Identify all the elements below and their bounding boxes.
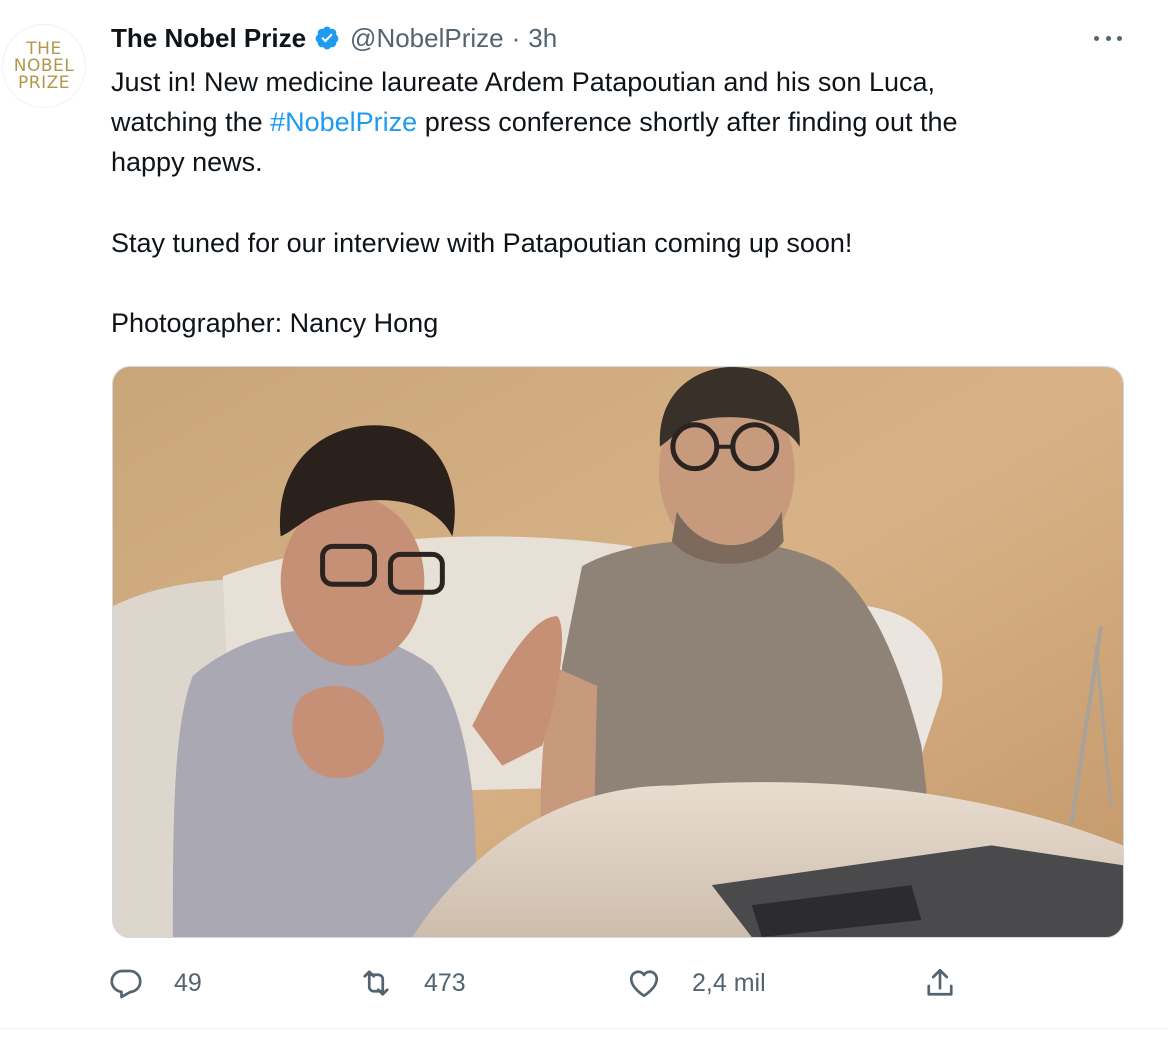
like-button[interactable]: 2,4 mil — [626, 958, 766, 1008]
avatar-logo-line-3: PRIZE — [18, 72, 70, 93]
avatar-logo-line-2: NOBEL — [13, 55, 75, 76]
tweet-paragraph-1: Just in! New medicine laureate Ardem Pat… — [111, 62, 1121, 182]
display-name[interactable]: The Nobel Prize — [111, 23, 306, 54]
hashtag-link[interactable]: #NobelPrize — [270, 107, 417, 137]
reply-icon — [110, 969, 142, 999]
heart-icon — [629, 970, 659, 998]
retweet-button[interactable]: 473 — [358, 958, 466, 1008]
more-options-icon[interactable] — [1088, 24, 1128, 52]
reply-button[interactable]: 49 — [108, 958, 202, 1008]
tweet-paragraph-2: Stay tuned for our interview with Patapo… — [111, 228, 853, 258]
photo-illustration — [113, 367, 1123, 937]
retweet-icon — [363, 970, 389, 996]
avatar[interactable]: THE NOBEL PRIZE — [2, 24, 86, 108]
divider — [0, 1028, 1168, 1029]
timestamp[interactable]: 3h — [528, 23, 557, 54]
share-icon — [927, 968, 953, 996]
avatar-logo-line-1: THE — [26, 38, 62, 59]
like-count: 2,4 mil — [692, 968, 766, 997]
verified-badge-icon[interactable] — [314, 25, 340, 51]
tweet-photo[interactable] — [112, 366, 1124, 938]
tweet-header: The Nobel Prize @NobelPrize · 3h — [111, 20, 557, 56]
reply-count: 49 — [174, 968, 202, 997]
tweet-paragraph-3: Photographer: Nancy Hong — [111, 308, 439, 338]
action-bar: 49 473 2,4 mil — [108, 958, 978, 1008]
tweet: THE NOBEL PRIZE The Nobel Prize @NobelPr… — [0, 0, 1168, 1040]
retweet-count: 473 — [424, 968, 466, 997]
share-button[interactable] — [922, 958, 958, 1008]
header-separator: · — [511, 22, 521, 53]
handle[interactable]: @NobelPrize — [350, 23, 504, 54]
